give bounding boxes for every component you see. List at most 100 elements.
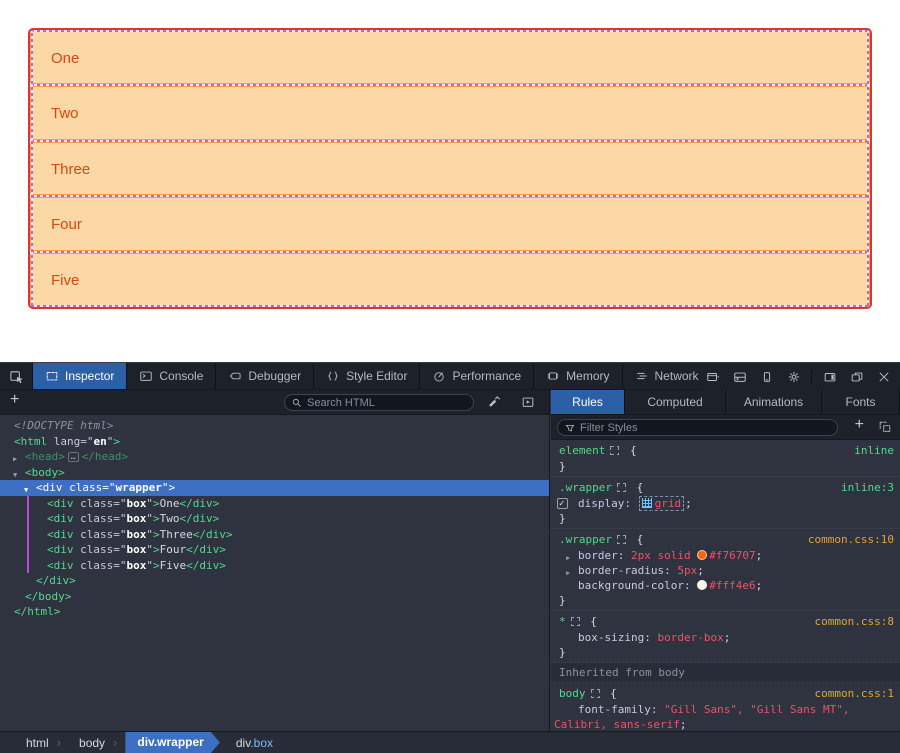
inherited-from-header: Inherited from body	[551, 662, 900, 683]
color-swatch[interactable]	[697, 580, 707, 590]
grid-toggle-icon[interactable]	[642, 498, 652, 508]
child-guide-line	[27, 496, 29, 512]
color-swatch[interactable]	[697, 550, 707, 560]
markup-line[interactable]: ▼<body>	[0, 465, 549, 481]
close-brace: }	[551, 459, 900, 474]
markup-token: >	[153, 559, 160, 572]
markup-token: wrapper	[115, 481, 161, 494]
search-glyph	[291, 397, 303, 409]
stylesheet-link[interactable]: common.css:1	[815, 686, 894, 701]
pick-element-button[interactable]	[0, 363, 33, 389]
split-console-button[interactable]	[727, 363, 752, 390]
three-pane-toggle-icon[interactable]	[521, 395, 535, 409]
css-value: border-box	[657, 631, 723, 644]
css-property-name: background-color:	[578, 579, 697, 592]
css-declaration[interactable]: background-color: #fff4e6;	[551, 578, 900, 593]
breadcrumb-item-selected[interactable]: div.wrapper	[125, 732, 219, 753]
markup-token: </body>	[25, 590, 71, 603]
eyedropper-icon[interactable]	[487, 395, 501, 409]
separate-window-icon	[850, 370, 864, 384]
class-panel-toggle-icon[interactable]	[878, 420, 892, 434]
inspector-icon	[45, 369, 59, 383]
add-rule-button[interactable]: +	[855, 416, 864, 434]
css-declaration[interactable]: display: grid;	[551, 496, 900, 511]
page-wrapper-grid: OneTwoThreeFourFive	[28, 28, 872, 309]
markup-line[interactable]: <div class="box">Two</div>	[0, 511, 549, 527]
tab-computed[interactable]: Computed	[625, 390, 726, 414]
markup-token: class="	[74, 528, 127, 541]
highlight-target-icon[interactable]	[591, 689, 600, 698]
dock-side-button[interactable]	[817, 363, 842, 390]
markup-line[interactable]: </body>	[0, 589, 549, 605]
highlight-target-icon[interactable]	[617, 483, 626, 492]
tab-debugger[interactable]: Debugger	[216, 363, 314, 389]
stylesheet-link[interactable]: inline:3	[841, 480, 894, 495]
close-button[interactable]	[871, 363, 896, 390]
tab-performance[interactable]: Performance	[420, 363, 534, 389]
markup-token: </div>	[193, 528, 233, 541]
filter-styles-input[interactable]	[580, 422, 831, 434]
tab-network[interactable]: Network	[623, 363, 712, 389]
markup-token: <div	[36, 481, 63, 494]
devtools-tabs: InspectorConsole Debugger Style EditorPerf…	[33, 363, 712, 389]
open-brace: {	[584, 615, 597, 628]
markup-line-selected[interactable]: ▼<div class="wrapper">	[0, 480, 549, 496]
search-html-box	[284, 394, 474, 411]
dock-side-icon	[823, 370, 837, 384]
css-declaration[interactable]: box-sizing: border-box;	[551, 630, 900, 645]
search-html-input[interactable]	[307, 397, 467, 409]
highlight-target-icon[interactable]	[610, 446, 619, 455]
tab-style-editor[interactable]: Style Editor	[314, 363, 420, 389]
stylesheet-link[interactable]: common.css:10	[808, 532, 894, 547]
breadcrumb-item[interactable]: html	[20, 736, 55, 750]
highlight-target-icon[interactable]	[571, 617, 580, 626]
rule-block: body {common.css:1font-family: "Gill San…	[551, 683, 900, 731]
markup-line[interactable]: <html lang="en">	[0, 434, 549, 450]
markup-token: Five	[160, 559, 187, 572]
separate-window-button[interactable]	[844, 363, 869, 390]
markup-token: <html	[14, 435, 47, 448]
tab-label: Debugger	[248, 369, 301, 383]
css-declaration[interactable]: ▶border: 2px solid #f76707;	[551, 548, 900, 563]
markup-line[interactable]: ▶<head>…</head>	[0, 449, 549, 465]
tab-console[interactable]: Console	[127, 363, 216, 389]
tab-rules[interactable]: Rules	[551, 390, 625, 414]
page-box: Five	[30, 252, 870, 307]
markup-line[interactable]: <div class="box">One</div>	[0, 496, 549, 512]
add-node-button[interactable]: +	[10, 391, 19, 409]
markup-token: >	[153, 528, 160, 541]
settings-button[interactable]	[781, 363, 806, 390]
markup-line[interactable]: </div>	[0, 573, 549, 589]
markup-line[interactable]: <div class="box">Five</div>	[0, 558, 549, 574]
breadcrumb-item[interactable]: body	[73, 736, 111, 750]
markup-line[interactable]: <!DOCTYPE html>	[0, 418, 549, 434]
breadcrumb-item[interactable]: div.box	[230, 736, 279, 750]
grid-value-toggle[interactable]: grid	[639, 496, 685, 511]
markup-line[interactable]: <div class="box">Four</div>	[0, 542, 549, 558]
css-value: grid	[655, 497, 682, 510]
debugger-icon	[228, 369, 242, 383]
css-declaration[interactable]: ▶border-radius: 5px;	[551, 563, 900, 578]
tab-fonts[interactable]: Fonts	[822, 390, 900, 414]
markup-line[interactable]: </html>	[0, 604, 549, 620]
settings-icon	[787, 370, 801, 384]
stylesheet-link[interactable]: common.css:8	[815, 614, 894, 629]
declaration-checkbox[interactable]	[557, 498, 568, 509]
tab-animations[interactable]: Animations	[726, 390, 822, 414]
tab-inspector[interactable]: Inspector	[33, 363, 127, 389]
stylesheet-link[interactable]: inline	[854, 443, 894, 458]
pick-element-icon	[9, 369, 24, 384]
css-value: 2px solid	[631, 549, 697, 562]
rule-selector-line: * {common.css:8	[551, 613, 900, 630]
markup-line[interactable]: <div class="box">Three</div>	[0, 527, 549, 543]
responsive-design-button[interactable]	[754, 363, 779, 390]
css-declaration[interactable]: font-family: "Gill Sans", "Gill Sans MT"…	[551, 702, 900, 731]
tab-memory[interactable]: Memory	[534, 363, 622, 389]
memory-icon	[546, 369, 560, 383]
select-iframe-button[interactable]	[700, 363, 725, 390]
eyedropper-glyph	[487, 395, 501, 409]
open-brace: {	[604, 687, 617, 700]
wrapped-value-line: Calibri, sans-serif;	[554, 717, 894, 731]
highlight-target-icon[interactable]	[617, 535, 626, 544]
semicolon: ;	[697, 564, 704, 577]
